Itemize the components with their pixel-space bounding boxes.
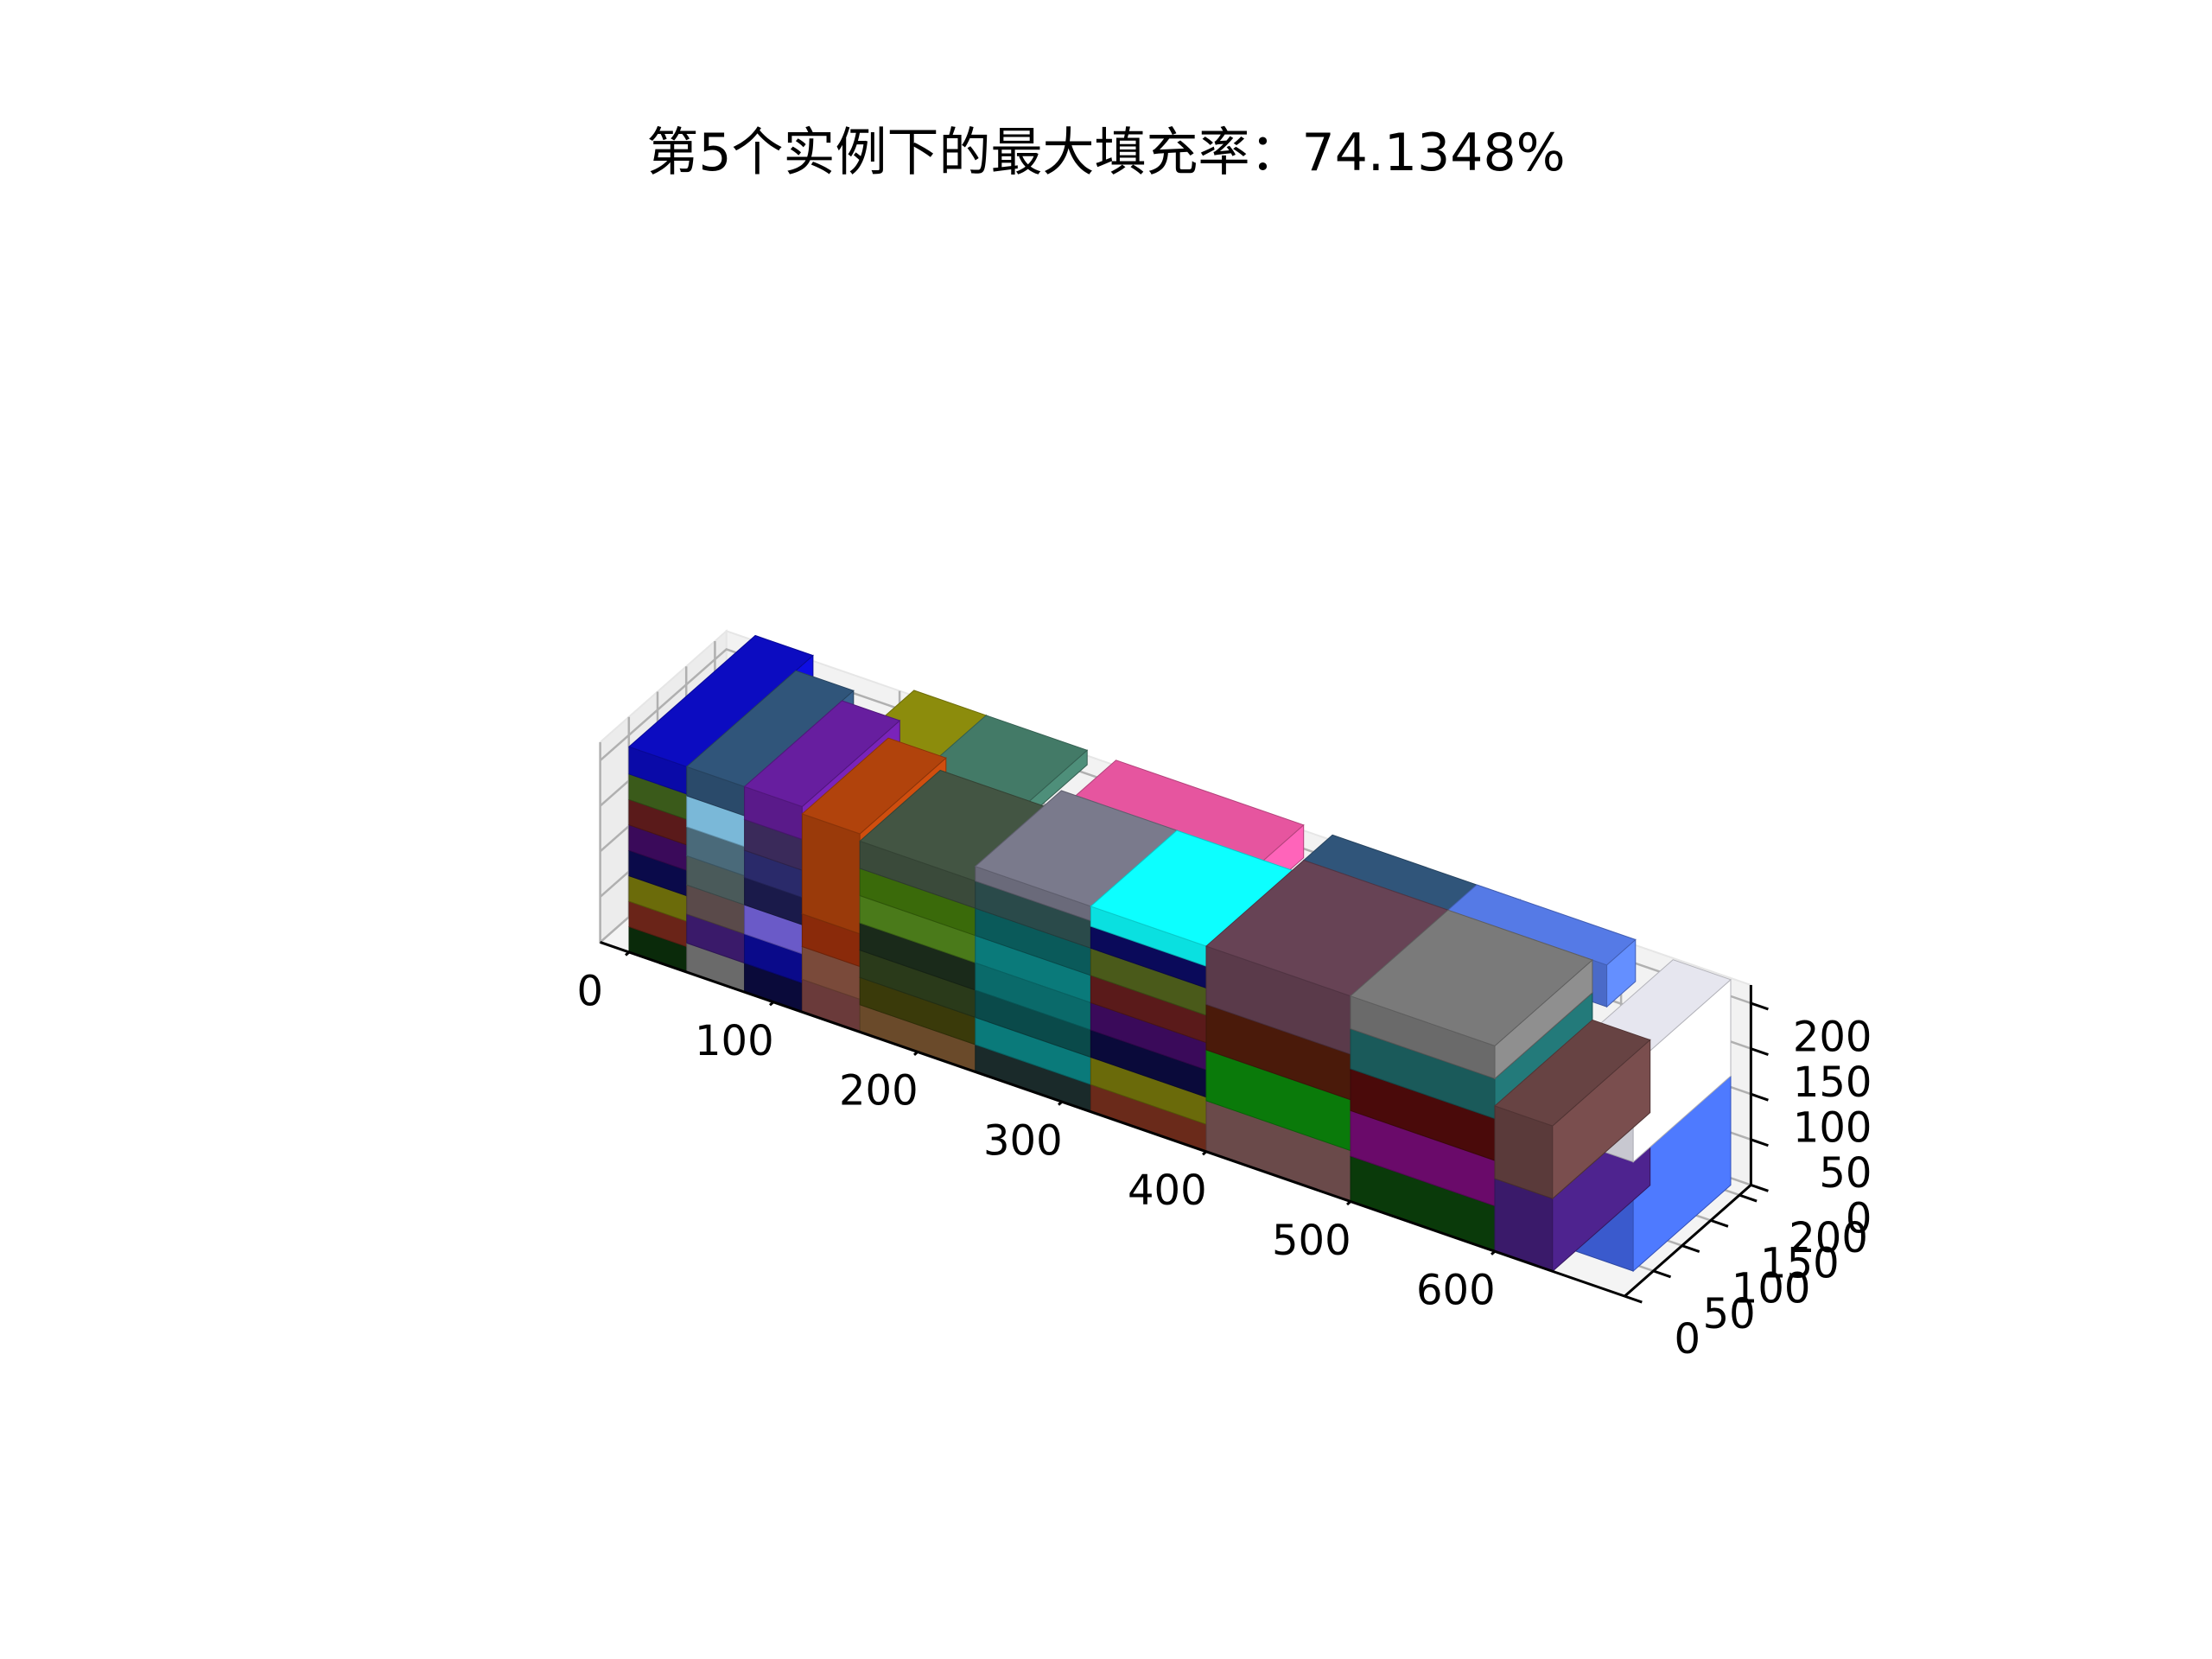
z-tick-0	[1750, 1184, 1769, 1192]
plot-3d: 0100200300400500600050100150200050100150…	[577, 629, 1872, 1363]
z-tick-100	[1750, 1092, 1769, 1102]
x-tick-label-100: 100	[695, 1017, 774, 1065]
z-tick-50	[1750, 1138, 1769, 1147]
x-tick-500	[1346, 1200, 1351, 1206]
z-tick-200	[1750, 1001, 1769, 1011]
x-tick-label-0: 0	[577, 967, 604, 1015]
x-tick-0	[625, 950, 630, 957]
z-tick-label-50: 50	[1819, 1149, 1872, 1198]
y-tick-100	[1681, 1244, 1700, 1253]
y-tick-0	[1624, 1294, 1643, 1304]
x-tick-label-200: 200	[839, 1067, 918, 1116]
x-tick-300	[1058, 1100, 1063, 1106]
x-tick-200	[913, 1051, 918, 1057]
z-tick-label-100: 100	[1793, 1104, 1872, 1153]
x-tick-100	[769, 1001, 774, 1007]
y-tick-label-0: 0	[1674, 1315, 1700, 1363]
x-tick-label-500: 500	[1272, 1217, 1351, 1265]
z-tick-label-200: 200	[1793, 1013, 1872, 1061]
z-tick-label-150: 150	[1793, 1058, 1872, 1107]
x-tick-400	[1202, 1150, 1207, 1156]
x-tick-label-300: 300	[983, 1116, 1063, 1165]
figure: 第5个实例下的最大填充率：74.1348% 0 100 200 300 400 500 60…	[0, 0, 2212, 1659]
z-tick-150	[1750, 1047, 1769, 1056]
z-tick-label-0: 0	[1846, 1195, 1872, 1243]
y-tick-200	[1738, 1193, 1758, 1203]
box-25-front	[801, 813, 861, 935]
x-tick-label-400: 400	[1128, 1166, 1207, 1215]
y-tick-50	[1653, 1269, 1672, 1279]
y-tick-150	[1710, 1218, 1729, 1228]
x-tick-label-600: 600	[1416, 1266, 1496, 1314]
x-tick-600	[1491, 1250, 1496, 1255]
